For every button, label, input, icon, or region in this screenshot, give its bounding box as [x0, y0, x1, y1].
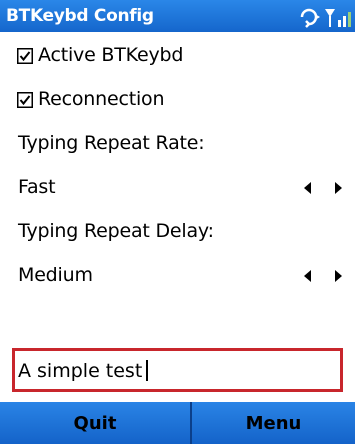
repeat-rate-value: Fast [18, 176, 56, 198]
quit-softkey[interactable]: Quit [0, 402, 190, 444]
softkey-bar: Quit Menu [0, 402, 355, 444]
repeat-rate-label: Typing Repeat Rate: [18, 132, 205, 154]
left-right-arrows-icon[interactable] [304, 270, 342, 282]
repeat-delay-value: Medium [18, 264, 93, 286]
active-checkbox[interactable] [17, 48, 33, 64]
title-bar: BTKeybd Config [0, 0, 355, 32]
repeat-delay-label: Typing Repeat Delay: [18, 220, 214, 242]
window-title: BTKeybd Config [6, 6, 154, 26]
signal-icon [325, 9, 351, 27]
reconnection-checkbox-label: Reconnection [38, 88, 165, 110]
repeat-rate-label-row: Typing Repeat Rate: [0, 122, 355, 166]
left-right-arrows-icon[interactable] [304, 182, 342, 194]
menu-softkey[interactable]: Menu [192, 402, 355, 444]
status-icons [298, 4, 355, 30]
reconnection-checkbox[interactable] [17, 92, 33, 108]
test-text-input[interactable]: A simple test [12, 348, 343, 392]
sync-icon [300, 8, 320, 28]
repeat-rate-selector[interactable]: Fast [0, 166, 355, 210]
repeat-delay-label-row: Typing Repeat Delay: [0, 210, 355, 254]
active-checkbox-row[interactable]: Active BTKeybd [0, 34, 355, 78]
text-caret [146, 360, 149, 381]
reconnection-checkbox-row[interactable]: Reconnection [0, 78, 355, 122]
active-checkbox-label: Active BTKeybd [38, 44, 184, 66]
test-text-value: A simple test [18, 360, 149, 382]
repeat-delay-selector[interactable]: Medium [0, 254, 355, 298]
